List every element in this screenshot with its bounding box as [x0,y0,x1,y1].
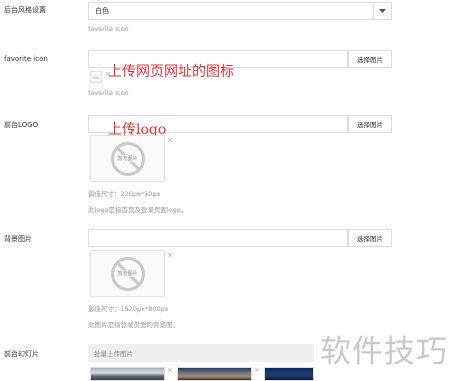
style-setting-label: 后台风格设置 [4,6,46,14]
no-image-icon: 暂无图片 [110,141,145,176]
slide-remove-icon[interactable]: × [167,366,173,374]
chevron-down-icon[interactable] [373,3,391,19]
background-remove-icon[interactable]: × [167,251,173,259]
slide-thumbnail [90,367,165,381]
slide-remove-icon[interactable]: × [254,366,260,374]
favicon-select-image-button[interactable]: 选择图片 [348,50,392,68]
favicon-preview: ico [90,71,102,83]
slide-thumbnail [177,367,252,381]
favicon-hint: favorite icon [88,89,129,97]
slider-label: 前台幻灯片 [4,350,39,358]
logo-remove-icon[interactable]: × [167,136,173,144]
logo-desc-hint: 此logo是指首页及登录页面logo。 [88,206,188,214]
no-image-icon: 暂无图片 [110,256,145,291]
logo-preview: 暂无图片 [90,135,165,182]
background-input[interactable] [88,229,348,247]
slide-thumbnail [264,367,314,381]
background-desc-hint: 此图片是指登录页面的背景图。 [88,321,179,329]
batch-upload-button[interactable]: 批量上传图片 [88,344,314,362]
background-placeholder-text: 暂无图片 [116,270,139,277]
style-hint: favorite icon [88,25,129,33]
style-select-value: 白色 [95,7,109,15]
favicon-preview-text: ico [93,74,99,80]
background-label: 背景图片 [4,235,32,243]
background-size-hint: 最佳尺寸：1920px*800px [88,305,169,313]
logo-size-hint: 最佳尺寸：220px*50px [88,190,161,198]
favicon-remove-icon[interactable]: × [105,70,111,78]
logo-label: 前台LOGO [4,121,39,129]
favicon-annotation: 上传网页网址的图标 [108,64,234,80]
logo-select-image-button[interactable]: 选择图片 [348,115,392,133]
favicon-label: favorite icon [4,55,48,63]
background-preview: 暂无图片 [90,250,165,297]
logo-placeholder-text: 暂无图片 [116,155,139,162]
watermark-text: 软件技巧 [320,334,448,370]
background-select-image-button[interactable]: 选择图片 [348,229,392,247]
style-select[interactable]: 白色 [88,2,392,20]
